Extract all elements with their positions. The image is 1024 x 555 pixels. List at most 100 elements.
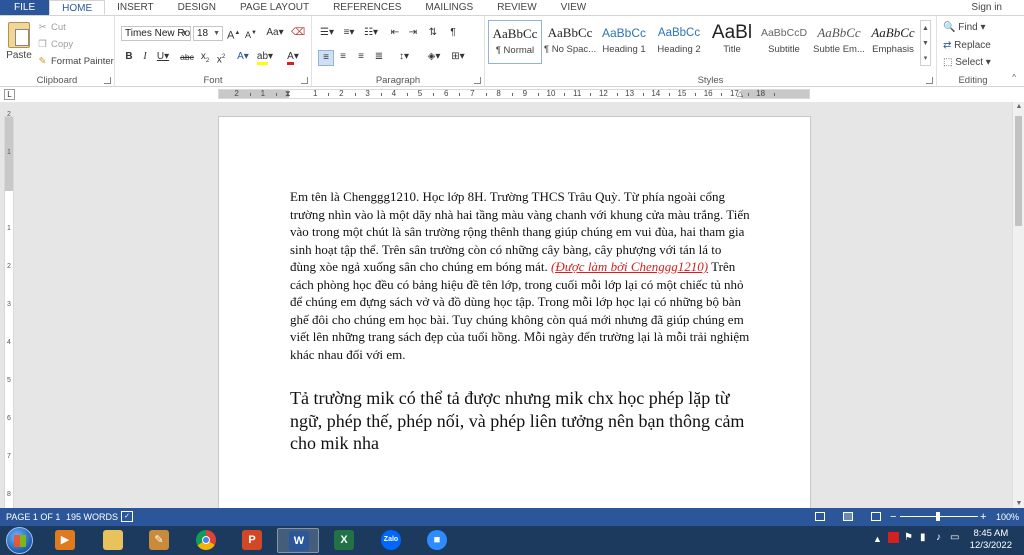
proofing-icon[interactable]: ✓ [121,511,133,522]
taskbar-zoom[interactable]: ■ [416,528,458,553]
horizontal-ruler[interactable]: 2 1 1 2 3 4 5 6 7 8 9 10 11 12 13 14 15 16 17 18 ⧗ △ [218,89,810,99]
tab-mailings[interactable]: MAILINGS [413,0,485,15]
tray-alert-icon[interactable] [888,532,899,543]
bullets-button[interactable]: ☰▾ [318,26,336,40]
decrease-indent-icon[interactable]: ⇤ [388,26,402,40]
align-right-button[interactable]: ≡ [354,50,368,64]
clipboard-launcher-icon[interactable] [104,77,111,84]
font-family-select[interactable]: Times New Ro ▼ [121,26,191,41]
bold-button[interactable]: B [123,50,135,64]
zoom-out-icon[interactable]: − [890,508,896,526]
sort-icon[interactable]: ⇅ [426,26,440,40]
page-count[interactable]: PAGE 1 OF 1 [6,508,60,526]
zoom-in-icon[interactable]: + [980,508,986,526]
tab-references[interactable]: REFERENCES [321,0,413,15]
collapse-ribbon-icon[interactable]: ^ [1012,73,1016,82]
shading-button[interactable]: ◈▾ [424,50,444,64]
print-layout-icon[interactable] [843,512,853,521]
font-size-select[interactable]: 18 ▼ [193,26,223,41]
tab-home[interactable]: HOME [49,0,106,15]
style-normal[interactable]: AaBbCc ¶ Normal [488,20,542,64]
change-case-button[interactable]: Aa▾ [265,26,285,40]
line-spacing-button[interactable]: ↕▾ [394,50,414,64]
scroll-thumb[interactable] [1015,116,1022,226]
font-launcher-icon[interactable] [301,77,308,84]
text-effects-button[interactable]: A▾ [235,50,251,64]
taskbar-word[interactable]: W [277,528,319,553]
cut-button[interactable]: ✂ Cut [37,22,66,33]
read-mode-icon[interactable] [815,512,825,521]
numbering-button[interactable]: ≡▾ [340,26,358,40]
chevron-down-icon[interactable]: ▼ [921,36,930,51]
tray-network-icon[interactable]: ▮ [920,532,926,543]
tab-file[interactable]: FILE [0,0,50,15]
more-styles-icon[interactable]: ▾ [921,51,930,66]
scroll-down-icon[interactable]: ▼ [1013,500,1024,507]
superscript-button[interactable]: x2 [215,50,227,67]
borders-button[interactable]: ⊞▾ [448,50,468,64]
justify-button[interactable]: ≣ [372,50,386,64]
taskbar-chrome[interactable] [185,528,227,553]
highlight-button[interactable]: ab▾ [255,50,275,65]
vertical-scrollbar[interactable]: ▲ ▼ [1012,102,1024,508]
taskbar-media-player[interactable]: ▶ [44,528,86,553]
tab-review[interactable]: REVIEW [485,0,548,15]
zoom-slider-thumb[interactable] [936,512,940,521]
web-layout-icon[interactable] [871,512,881,521]
style-title[interactable]: AaBl Title [708,20,756,64]
start-button[interactable] [6,527,33,554]
style-heading-1[interactable]: AaBbCc Heading 1 [598,20,650,64]
tray-volume-icon[interactable]: ♪ [936,532,941,543]
scroll-up-icon[interactable]: ▲ [1013,103,1024,110]
styles-scroll[interactable]: ▲ ▼ ▾ [920,20,931,66]
right-indent-marker-icon[interactable]: △ [737,89,743,98]
body-paragraph[interactable]: Em tên là Chenggg1210. Học lớp 8H. Trườn… [290,188,750,363]
vertical-ruler[interactable]: 2 1 1 2 3 4 5 6 7 8 [4,111,14,508]
taskbar-excel[interactable]: X [323,528,365,553]
copy-button[interactable]: ❐ Copy [37,39,73,50]
tab-view[interactable]: VIEW [549,0,599,15]
multilevel-list-button[interactable]: ☷▾ [362,26,380,40]
tab-insert[interactable]: INSERT [105,0,166,15]
clear-formatting-icon[interactable]: ⌫ [291,26,305,40]
shrink-font-button[interactable]: A▼ [245,26,257,42]
style-subtle-emphasis[interactable]: AaBbCc Subtle Em... [812,20,866,64]
style-subtitle[interactable]: AaBbCcD Subtitle [758,20,810,64]
taskbar-zalo[interactable]: Zalo [370,528,412,553]
indent-marker-icon[interactable]: ⧗ [285,89,291,99]
pilcrow-icon[interactable]: ¶ [446,26,460,40]
sign-in-link[interactable]: Sign in [971,0,1002,15]
chevron-up-icon[interactable]: ▲ [921,21,930,36]
paste-button[interactable]: Paste [4,20,34,76]
subscript-button[interactable]: x2 [199,50,211,68]
paragraph-launcher-icon[interactable] [474,77,481,84]
align-left-button[interactable]: ≡ [318,50,334,66]
taskbar-clock[interactable]: 8:45 AM 12/3/2022 [970,528,1012,552]
zoom-level[interactable]: 100% [996,508,1019,526]
font-color-button[interactable]: A▾ [283,50,303,65]
format-painter-button[interactable]: ✎ Format Painter [37,56,114,67]
taskbar-paint[interactable]: ✎ [138,528,180,553]
word-count[interactable]: 195 WORDS [66,508,118,526]
tray-battery-icon[interactable]: ▭ [950,532,959,543]
align-center-button[interactable]: ≡ [336,50,350,64]
grow-font-button[interactable]: A▲ [227,26,240,43]
styles-launcher-icon[interactable] [926,77,933,84]
style-heading-2[interactable]: AaBbCc Heading 2 [652,20,706,64]
taskbar-file-explorer[interactable] [92,528,134,553]
style-no-spacing[interactable]: AaBbCc ¶ No Spac... [544,20,596,64]
document-page[interactable]: Em tên là Chenggg1210. Học lớp 8H. Trườn… [218,116,811,508]
taskbar-powerpoint[interactable]: P [231,528,273,553]
tray-app-icon[interactable]: ⚑ [904,532,913,543]
tab-design[interactable]: DESIGN [166,0,228,15]
italic-button[interactable]: I [139,50,151,64]
tab-page-layout[interactable]: PAGE LAYOUT [228,0,321,15]
tab-selector-icon[interactable]: L [4,89,15,100]
ruler-number: 1 [7,225,11,232]
note-paragraph[interactable]: Tả trường mik có thể tả được nhưng mik c… [290,387,750,455]
style-emphasis[interactable]: AaBbCc Emphasis [868,20,918,64]
increase-indent-icon[interactable]: ⇥ [406,26,420,40]
tray-chevron-icon[interactable]: ▲ [873,534,882,544]
strikethrough-button[interactable]: abc [179,50,195,64]
underline-button[interactable]: U▾ [155,50,171,64]
